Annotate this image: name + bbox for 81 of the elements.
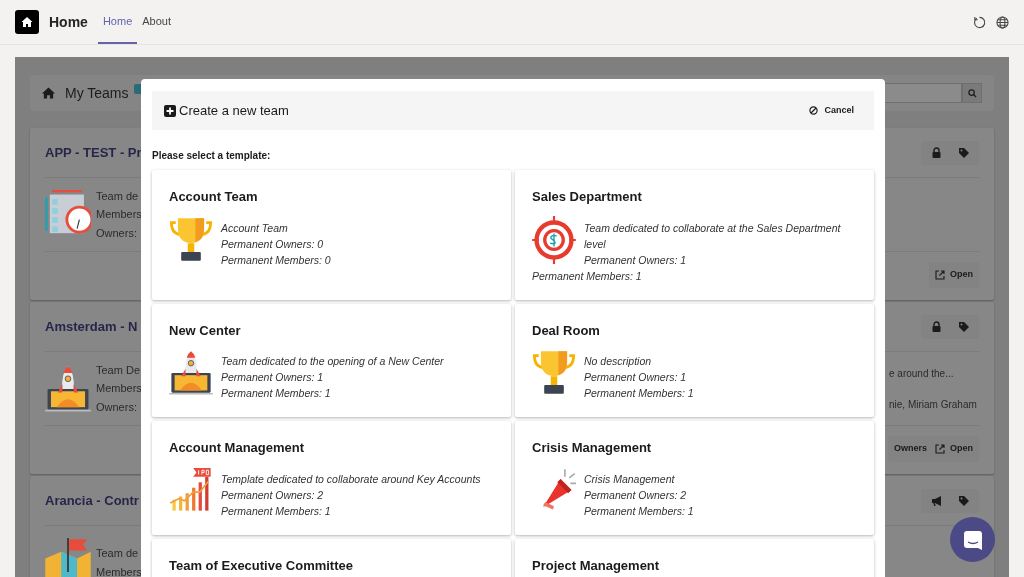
- template-card[interactable]: Team of Executive Committee: [152, 538, 511, 577]
- megaphone-icon: [931, 494, 942, 507]
- search-field[interactable]: [884, 83, 962, 103]
- template-name: New Center: [169, 321, 242, 340]
- app-logo[interactable]: [15, 10, 39, 34]
- team-detail: Owners:: [96, 399, 138, 415]
- template-name: Sales Department: [532, 188, 643, 206]
- template-name: Crisis Management: [532, 439, 653, 457]
- template-description: Template dedicated to collaborate around Key Accounts: [221, 472, 481, 485]
- team-detail: e around the...: [889, 366, 955, 381]
- template-card[interactable]: Account Team Account Team Permanent Owners: 0 Permanent Members: 0: [152, 170, 511, 300]
- plus-square-icon: [164, 104, 176, 117]
- lock-icon: [931, 146, 942, 159]
- tag-icon: [958, 320, 969, 333]
- template-card[interactable]: Deal Room No description Permanent Owners: 1 Permanent Members: 1: [515, 303, 874, 417]
- count-badge: [133, 84, 142, 94]
- template-owners: Permanent Owners: 1: [584, 371, 687, 383]
- team-action[interactable]: Owners: [893, 442, 927, 456]
- team-detail: Owners:: [96, 225, 138, 241]
- trophy-icon: [532, 349, 576, 397]
- template-owners: Permanent Owners: 0: [221, 237, 324, 250]
- team-detail: Team de: [96, 188, 140, 204]
- teams-title: My Teams: [65, 83, 129, 103]
- template-name: Account Team: [169, 188, 259, 206]
- template-name: Deal Room: [532, 321, 601, 340]
- team-detail: Members: [96, 564, 142, 577]
- template-owners: Permanent Owners: 2: [221, 488, 324, 501]
- app-title: Home: [49, 12, 88, 32]
- template-description: Team dedicated to the opening of a New Center: [221, 355, 444, 367]
- template-card[interactable]: Crisis Management Crisis Management Permanent Owners: 2 Permanent Members: 1: [515, 421, 874, 535]
- tag-icon: [958, 146, 969, 159]
- nav-tab[interactable]: Home: [97, 0, 138, 44]
- search-button[interactable]: [962, 83, 982, 103]
- template-members: Permanent Members: 1: [221, 387, 331, 399]
- template-description: Account Team: [221, 221, 288, 234]
- template-members: Permanent Members: 1: [532, 269, 642, 282]
- template-card[interactable]: Project Management: [515, 538, 874, 577]
- template-name: Account Management: [169, 439, 306, 457]
- tag-icon: [958, 494, 969, 507]
- home-icon: [42, 87, 55, 99]
- cancel-button[interactable]: Cancel: [801, 98, 862, 123]
- template-name: Project Management: [532, 556, 661, 575]
- template-description: Crisis Management: [584, 472, 675, 485]
- template-card[interactable]: Account Management Template dedicated to collaborate around Key Accounts Permanent Owners: 2 Permanent Members: 1: [152, 421, 511, 535]
- team-detail: nie, Miriam Graham: [889, 397, 978, 412]
- team-detail: Members: [96, 381, 142, 397]
- lock-icon: [931, 320, 942, 333]
- template-owners: Permanent Owners: 2: [584, 488, 687, 501]
- template-name: Team of Executive Committee: [169, 556, 354, 575]
- team-detail: Members: [96, 207, 142, 223]
- template-members: Permanent Members: 1: [584, 387, 694, 399]
- nav-tab[interactable]: About: [137, 0, 176, 44]
- team-detail: Team De: [96, 362, 142, 378]
- trophy-icon: [169, 215, 213, 264]
- external-link-icon: [935, 444, 945, 454]
- team-title: Arancia - Contr: [45, 491, 139, 510]
- template-prompt: Please select a template:: [152, 149, 272, 163]
- ban-icon: [809, 106, 819, 115]
- template-owners: Permanent Owners: 1: [221, 371, 324, 383]
- team-action[interactable]: Open: [935, 442, 973, 456]
- template-card[interactable]: New Center Team dedicated to the opening of a New Center Permanent Owners: 1 Permanent Members: 1: [152, 303, 511, 417]
- template-description: Team dedicated to collaborate at the Sales Department level: [584, 221, 841, 250]
- external-link-icon: [935, 270, 945, 280]
- template-card[interactable]: Sales Department Team dedicated to collaborate at the Sales Department level Permanent Owners: 1 Permanent Members: 1: [515, 170, 874, 300]
- dialog-title: Create a new team: [179, 101, 289, 120]
- team-title: Amsterdam - N: [45, 317, 138, 336]
- template-members: Permanent Members: 1: [221, 504, 331, 517]
- target-icon: [532, 215, 576, 264]
- template-members: Permanent Members: 1: [584, 504, 694, 517]
- search-icon: [967, 88, 977, 98]
- globe-icon[interactable]: [996, 15, 1009, 29]
- team-title: APP - TEST - Pr: [45, 143, 142, 162]
- chat-icon: [962, 529, 983, 550]
- rocket-icon: [169, 349, 213, 397]
- template-description: No description: [584, 355, 652, 367]
- refresh-icon[interactable]: [973, 15, 986, 29]
- map-flag-icon: [45, 537, 91, 577]
- team-detail: Team de: [96, 546, 140, 561]
- template-members: Permanent Members: 0: [221, 253, 331, 266]
- home-icon: [21, 16, 33, 28]
- template-owners: Permanent Owners: 1: [584, 253, 687, 266]
